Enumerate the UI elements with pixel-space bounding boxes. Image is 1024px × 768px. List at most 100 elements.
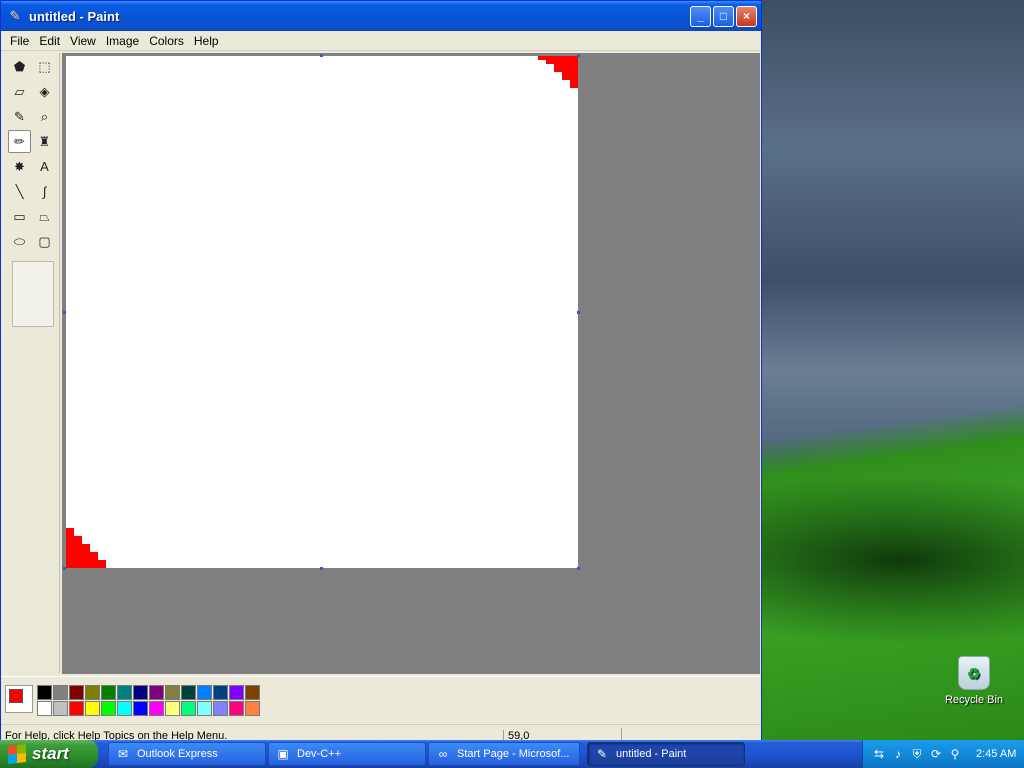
color-swatch[interactable] <box>133 685 148 700</box>
color-swatch[interactable] <box>37 701 52 716</box>
resize-handle[interactable] <box>577 567 580 570</box>
color-swatch[interactable] <box>53 701 68 716</box>
toolbox: ⬟ ⬚ ▱ ◈ ✎ ⌕ ✏ ♜ ✸ A ╲ ∫ ▭ ⏢ ⬭ ▢ <box>4 53 60 673</box>
resize-handle[interactable] <box>577 311 580 314</box>
color-swatch[interactable] <box>69 685 84 700</box>
select-icon: ⬚ <box>38 58 51 74</box>
color-swatch[interactable] <box>181 685 196 700</box>
volume-icon[interactable]: ♪ <box>890 746 906 762</box>
color-swatch[interactable] <box>117 701 132 716</box>
color-swatch[interactable] <box>197 701 212 716</box>
network-icon[interactable]: ⇆ <box>871 746 887 762</box>
select-tool[interactable]: ⬚ <box>33 55 56 78</box>
color-swatch[interactable] <box>213 685 228 700</box>
eraser-icon: ▱ <box>14 83 25 99</box>
airbrush-tool[interactable]: ✸ <box>8 155 31 178</box>
update-icon[interactable]: ⟳ <box>928 746 944 762</box>
color-swatch[interactable] <box>101 701 116 716</box>
system-tray: ⇆ ♪ ⛨ ⟳ ⚲ 2:45 AM <box>862 740 1024 768</box>
clock[interactable]: 2:45 AM <box>976 748 1016 760</box>
curve-icon: ∫ <box>42 184 47 199</box>
drawing-canvas[interactable] <box>66 56 578 568</box>
color-swatch[interactable] <box>69 701 84 716</box>
color-swatch[interactable] <box>85 701 100 716</box>
tool-options-panel[interactable] <box>12 261 54 327</box>
menu-view[interactable]: View <box>65 32 101 50</box>
close-button[interactable]: × <box>736 5 757 27</box>
resize-handle[interactable] <box>63 311 66 314</box>
color-swatch[interactable] <box>53 685 68 700</box>
resize-handle[interactable] <box>63 567 66 570</box>
paint-icon: ✎ <box>596 747 608 761</box>
foreground-color <box>9 689 23 703</box>
color-swatch[interactable] <box>149 685 164 700</box>
menu-edit[interactable]: Edit <box>34 32 65 50</box>
pick-color-tool[interactable]: ✎ <box>8 105 31 128</box>
pencil-icon: ✏ <box>14 133 25 149</box>
resize-handle[interactable] <box>320 567 323 570</box>
eraser-tool[interactable]: ▱ <box>8 80 31 103</box>
paint-app-icon[interactable]: ✎ <box>7 8 23 24</box>
search-icon[interactable]: ⚲ <box>947 746 963 762</box>
color-swatch[interactable] <box>213 701 228 716</box>
magnifier-tool[interactable]: ⌕ <box>33 105 56 128</box>
color-swatch[interactable] <box>85 685 100 700</box>
start-button[interactable]: start <box>0 740 98 768</box>
polygon-icon: ⏢ <box>39 208 50 224</box>
rounded-rectangle-tool[interactable]: ▢ <box>33 230 56 253</box>
pencil-tool[interactable]: ✏ <box>8 130 31 153</box>
fill-tool[interactable]: ◈ <box>33 80 56 103</box>
color-swatch[interactable] <box>165 685 180 700</box>
red-corner-stroke-bottom-left <box>66 528 106 568</box>
menu-file[interactable]: File <box>5 32 34 50</box>
recycle-bin-label: Recycle Bin <box>944 694 1004 706</box>
color-swatch[interactable] <box>181 701 196 716</box>
magnifier-icon: ⌕ <box>40 108 49 124</box>
menu-image[interactable]: Image <box>101 32 144 50</box>
taskbar-button[interactable]: ✎ untitled - Paint <box>587 742 745 766</box>
ellipse-tool[interactable]: ⬭ <box>8 230 31 253</box>
rounded-rectangle-icon: ▢ <box>38 233 51 249</box>
menu-colors[interactable]: Colors <box>144 32 189 50</box>
free-form-select-icon: ⬟ <box>13 58 26 74</box>
color-swatch[interactable] <box>229 701 244 716</box>
taskbar-button[interactable]: ▣ Dev-C++ <box>268 742 426 766</box>
color-swatch[interactable] <box>229 685 244 700</box>
rectangle-icon: ▭ <box>13 208 26 224</box>
color-swatch[interactable] <box>101 685 116 700</box>
color-swatch[interactable] <box>149 701 164 716</box>
maximize-button[interactable]: □ <box>713 5 734 27</box>
text-tool[interactable]: A <box>33 155 56 178</box>
recycle-bin[interactable]: ♻ Recycle Bin <box>942 656 1006 706</box>
visual-studio-icon: ∞ <box>438 747 448 761</box>
title-bar[interactable]: ✎ untitled - Paint _ □ × <box>1 1 761 31</box>
color-swatch[interactable] <box>133 701 148 716</box>
brush-tool[interactable]: ♜ <box>33 130 56 153</box>
free-form-select-tool[interactable]: ⬟ <box>8 55 31 78</box>
color-swatch[interactable] <box>245 685 260 700</box>
taskbar-button[interactable]: ✉ Outlook Express <box>108 742 266 766</box>
taskbar-button[interactable]: ∞ Start Page - Microsof... <box>428 742 580 766</box>
rectangle-tool[interactable]: ▭ <box>8 205 31 228</box>
curve-tool[interactable]: ∫ <box>33 180 56 203</box>
color-swatch[interactable] <box>245 701 260 716</box>
minimize-button[interactable]: _ <box>690 5 711 27</box>
pick-color-icon: ✎ <box>14 108 25 124</box>
outlook-icon: ✉ <box>117 747 129 761</box>
menu-bar: File Edit View Image Colors Help <box>1 31 761 51</box>
security-icon[interactable]: ⛨ <box>909 746 925 762</box>
canvas-drawing <box>66 56 578 568</box>
line-tool[interactable]: ╲ <box>8 180 31 203</box>
polygon-tool[interactable]: ⏢ <box>33 205 56 228</box>
menu-help[interactable]: Help <box>189 32 224 50</box>
resize-handle[interactable] <box>577 54 580 57</box>
color-swatch[interactable] <box>197 685 212 700</box>
color-swatch[interactable] <box>117 685 132 700</box>
devcpp-icon: ▣ <box>277 747 289 761</box>
color-swatch[interactable] <box>37 685 52 700</box>
paint-window: ✎ untitled - Paint _ □ × File Edit View … <box>0 0 762 741</box>
color-swatch[interactable] <box>165 701 180 716</box>
taskbar: start ✉ Outlook Express ▣ Dev-C++ ∞ Start Pag… <box>0 740 1024 768</box>
resize-handle[interactable] <box>320 54 323 57</box>
current-colors[interactable] <box>5 685 33 713</box>
